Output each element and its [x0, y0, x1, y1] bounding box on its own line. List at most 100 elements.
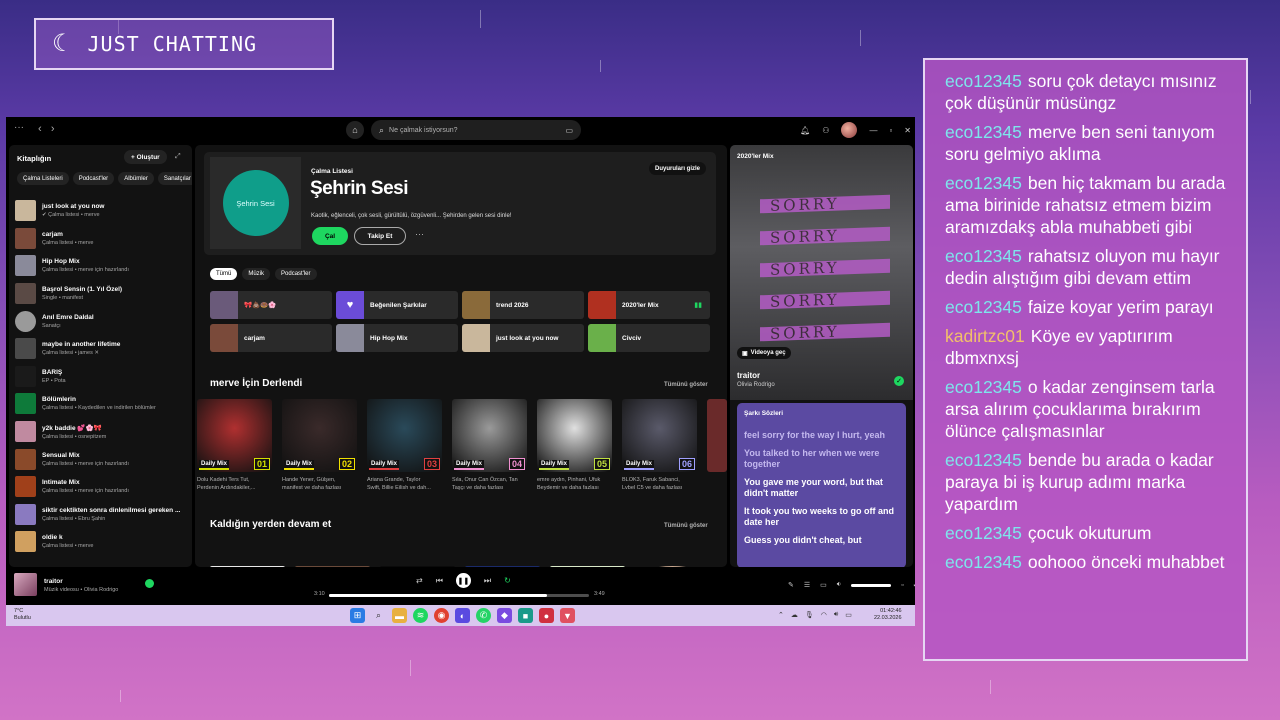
daily-mix-card[interactable]: Daily Mix 05 emre aydın, Pinhani, Ufuk Beyd…	[537, 399, 612, 492]
app-icon[interactable]: ◆	[497, 608, 512, 623]
daily-mix-card[interactable]: Daily Mix 03 Ariana Grande, Taylor Swift, B…	[367, 399, 442, 492]
chrome-icon[interactable]: ◉	[434, 608, 449, 623]
back-forward-buttons[interactable]: ‹ ›	[38, 123, 55, 135]
switch-to-video-button[interactable]: ▣ Videoya geç	[737, 347, 791, 359]
chat-username[interactable]: eco12345	[945, 122, 1022, 142]
queue-icon[interactable]: ☰	[804, 581, 810, 589]
library-item[interactable]: Bölümlerin Çalma listesi • Kaydedilen ve …	[15, 390, 190, 418]
shortcut-tile[interactable]: carjam	[210, 324, 332, 352]
app-icon[interactable]: ●	[539, 608, 554, 623]
chat-username[interactable]: eco12345	[945, 450, 1022, 470]
pause-button[interactable]: ❚❚	[455, 573, 471, 588]
library-filter-chip[interactable]: Podcast'ler	[72, 172, 115, 185]
follow-button[interactable]: Takip Et	[354, 227, 406, 245]
library-item[interactable]: Anıl Emre Daldal Sanatçı	[15, 307, 190, 335]
clock[interactable]: 01:42:46 22.03.2026	[874, 608, 902, 622]
hide-announcements-button[interactable]: Duyuruları gizle	[648, 162, 706, 175]
library-item[interactable]: Başrol Sensin (1. Yıl Özel) Single • mani…	[15, 280, 190, 308]
player-artist[interactable]: Müzik videosu • Olivia Rodrigo	[44, 587, 118, 593]
play-button[interactable]: Çal	[312, 227, 348, 245]
minimize-button[interactable]: —	[869, 126, 877, 135]
chat-username[interactable]: eco12345	[945, 297, 1022, 317]
lyrics-line[interactable]: feel sorry for the way I hurt, yeah	[744, 430, 899, 442]
continue-card[interactable]	[210, 566, 285, 567]
daily-mix-card[interactable]: Daily Mix 02 Hande Yener, Gülşen, manifest …	[282, 399, 357, 492]
playlist-cover[interactable]: Şehrin Sesi	[210, 157, 301, 249]
filter-chip[interactable]: Tümü	[210, 268, 238, 280]
continue-title[interactable]: Kaldığın yerden devam et	[210, 519, 331, 530]
more-options-icon[interactable]: ···	[415, 229, 424, 239]
chat-username[interactable]: eco12345	[945, 246, 1022, 266]
library-filter-chip[interactable]: Sanatçılar	[157, 172, 192, 185]
volume-icon[interactable]: 🔉︎	[837, 581, 841, 589]
previous-icon[interactable]: ⏮︎	[436, 576, 443, 586]
start-icon[interactable]: ⊞	[350, 608, 365, 623]
bell-icon[interactable]: 🔔︎	[800, 126, 810, 135]
library-item[interactable]: carjam Çalma listesi • merve	[15, 225, 190, 253]
next-icon[interactable]: ⏭︎	[484, 576, 491, 586]
lyrics-icon[interactable]: ✎	[788, 581, 794, 589]
lyrics-line[interactable]: It took you two weeks to go off and date…	[744, 506, 899, 529]
made-for-title[interactable]: merve İçin Derlendi	[210, 378, 302, 389]
shortcut-tile[interactable]: trend 2026	[462, 291, 584, 319]
fullscreen-icon[interactable]: ⤢	[914, 581, 915, 589]
browse-icon[interactable]: ▭	[565, 126, 573, 135]
weather-widget[interactable]: 7°C Bulutlu	[14, 608, 31, 622]
mini-player-icon[interactable]: ▫	[901, 582, 903, 589]
search-input[interactable]: ⌕ Ne çalmak istiyorsun? ▭	[371, 120, 581, 140]
filter-chip[interactable]: Müzik	[242, 268, 271, 280]
playlist-title[interactable]: Şehrin Sesi	[310, 178, 409, 200]
library-item[interactable]: siktir cektikten sonra dinlenilmesi gere…	[15, 501, 190, 529]
app-icon[interactable]: ▼	[560, 608, 575, 623]
repeat-icon[interactable]: ↻	[504, 576, 511, 585]
library-item[interactable]: Hip Hop Mix Çalma listesi • merve için ha…	[15, 252, 190, 280]
library-item[interactable]: Intimate Mix Çalma listesi • merve için h…	[15, 473, 190, 501]
menu-dots-icon[interactable]: ···	[14, 122, 24, 133]
friends-icon[interactable]: ⚇	[822, 126, 829, 135]
daily-mix-card[interactable]: Daily Mix 06 BLOK3, Faruk Sabanci, Lvbel C5…	[622, 399, 697, 492]
library-filter-chip[interactable]: Çalma Listeleri	[17, 172, 69, 185]
player-cover[interactable]	[14, 573, 37, 596]
daily-mix-card[interactable]: Daily Mix 04 Sıla, Onur Can Özcan, Tan Taşç…	[452, 399, 527, 492]
continue-card[interactable]	[295, 566, 370, 567]
avatar[interactable]	[841, 122, 858, 138]
devices-icon[interactable]: ▭	[820, 581, 827, 589]
library-item[interactable]: Sensual Mix Çalma listesi • merve için ha…	[15, 445, 190, 473]
filter-chip[interactable]: Podcast'ler	[275, 268, 317, 280]
shortcut-tile[interactable]: Civciv	[588, 324, 710, 352]
library-item[interactable]: y2k baddie 💕🌸🎀 Çalma listesi • osnepitzem	[15, 418, 190, 446]
saved-check-icon[interactable]: ✓	[894, 376, 904, 386]
shortcut-tile[interactable]: 🎀💩🍩🌸	[210, 291, 332, 319]
saved-check-icon[interactable]	[145, 579, 154, 588]
continue-card[interactable]	[465, 566, 540, 567]
continue-show-all-link[interactable]: Tümünü göster	[664, 523, 708, 529]
spotify-icon[interactable]: ≋	[413, 608, 428, 623]
app-icon[interactable]: ■	[518, 608, 533, 623]
close-button[interactable]: ✕	[904, 126, 911, 135]
progress-bar[interactable]	[329, 594, 589, 597]
shortcut-tile[interactable]: 2020'ler Mix ▮▮	[588, 291, 710, 319]
shortcut-tile[interactable]: just look at you now	[462, 324, 584, 352]
player-title[interactable]: traitor	[44, 578, 63, 585]
lyrics-line[interactable]: Guess you didn't cheat, but	[744, 535, 899, 547]
whatsapp-icon[interactable]: ✆	[476, 608, 491, 623]
chat-username[interactable]: eco12345	[945, 523, 1022, 543]
chat-username[interactable]: eco12345	[945, 173, 1022, 193]
lyrics-line[interactable]: You gave me your word, but that didn't m…	[744, 477, 899, 500]
continue-card[interactable]	[635, 566, 710, 567]
shuffle-icon[interactable]: ⇄	[416, 576, 423, 585]
chat-username[interactable]: eco12345	[945, 552, 1022, 572]
chat-username[interactable]: eco12345	[945, 71, 1022, 91]
continue-card[interactable]	[380, 566, 455, 567]
library-item[interactable]: just look at you now ✔ Çalma listesi • me…	[15, 197, 190, 225]
chat-username[interactable]: kadirtzc01	[945, 326, 1025, 346]
daily-mix-card[interactable]	[707, 399, 727, 472]
now-playing-artist[interactable]: Olivia Rodrigo	[737, 382, 775, 388]
now-playing-video[interactable]: 2020'ler Mix SORRY SORRY SORRY SORRY SOR…	[730, 145, 913, 400]
discord-icon[interactable]: ◐	[455, 608, 470, 623]
search-icon[interactable]: ⌕	[371, 608, 386, 623]
shortcut-tile[interactable]: Hip Hop Mix	[336, 324, 458, 352]
volume-slider[interactable]	[851, 583, 892, 587]
lyrics-line[interactable]: You talked to her when we were together	[744, 448, 899, 471]
system-tray[interactable]: ⌃ ☁ 🎙︎ ◠ 🔊︎ ▭	[778, 611, 852, 619]
